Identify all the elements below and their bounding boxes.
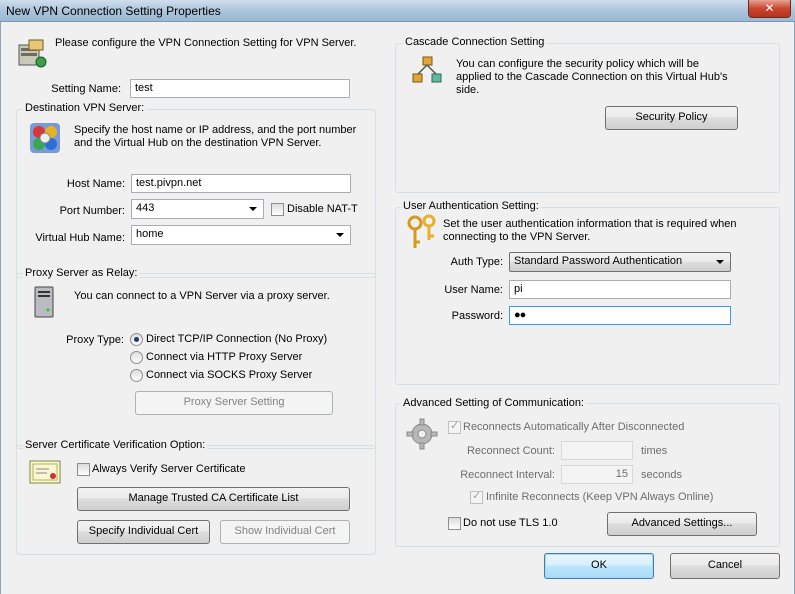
disable-nat-label: Disable NAT-T (287, 203, 358, 215)
user-name-input[interactable]: pi (509, 280, 731, 299)
advanced-settings-button[interactable]: Advanced Settings... (607, 512, 757, 536)
proxy-server-setting-button[interactable]: Proxy Server Setting (135, 391, 333, 415)
cancel-button[interactable]: Cancel (670, 553, 780, 579)
always-verify-label: Always Verify Server Certificate (92, 463, 246, 475)
manage-ca-list-button[interactable]: Manage Trusted CA Certificate List (77, 487, 350, 511)
proxy-socks-label: Connect via SOCKS Proxy Server (146, 369, 313, 381)
certificate-icon (29, 460, 61, 484)
seconds-label: seconds (641, 469, 682, 481)
setting-name-label: Setting Name: (51, 83, 121, 95)
keys-icon (407, 214, 436, 248)
reconnect-count-input[interactable] (561, 441, 633, 460)
no-tls-checkbox[interactable] (448, 517, 461, 530)
proxy-direct-label: Direct TCP/IP Connection (No Proxy) (146, 333, 328, 345)
proxy-direct-radio[interactable] (130, 333, 143, 346)
destination-description-2: and the Virtual Hub on the destination V… (74, 137, 322, 149)
reconnect-interval-input[interactable]: 15 (561, 465, 633, 484)
port-number-combo[interactable]: 443 (131, 199, 264, 219)
auth-type-value: Standard Password Authentication (514, 255, 683, 267)
port-number-label: Port Number: (59, 205, 125, 217)
cascade-description-2: applied to the Cascade Connection on thi… (456, 71, 728, 83)
security-policy-button[interactable]: Security Policy (605, 106, 738, 130)
times-label: times (641, 445, 668, 457)
reconnect-checkbox[interactable] (448, 419, 461, 434)
ok-button[interactable]: OK (544, 553, 654, 579)
proxy-http-radio[interactable] (130, 351, 143, 364)
dialog-body: Please configure the VPN Connection Sett… (0, 22, 795, 594)
auth-description-1: Set the user authentication information … (443, 218, 737, 230)
virtual-hub-value: home (136, 228, 164, 240)
chevron-down-icon (336, 233, 344, 237)
network-globe-icon (30, 123, 60, 153)
cert-group-title: Server Certificate Verification Option: (23, 439, 208, 451)
reconnect-count-label: Reconnect Count: (466, 445, 555, 457)
auth-type-combo[interactable]: Standard Password Authentication (509, 252, 731, 272)
infinite-reconnect-checkbox[interactable] (470, 489, 483, 504)
auth-group-title: User Authentication Setting: (401, 200, 541, 212)
specify-individual-cert-button[interactable]: Specify Individual Cert (77, 520, 210, 544)
proxy-http-label: Connect via HTTP Proxy Server (146, 351, 303, 363)
virtual-hub-combo[interactable]: home (131, 225, 351, 245)
cascade-link-icon (412, 56, 442, 83)
title-bar: New VPN Connection Setting Properties ✕ (0, 0, 795, 22)
host-name-label: Host Name: (66, 178, 125, 190)
always-verify-checkbox[interactable] (77, 463, 90, 476)
close-button[interactable]: ✕ (748, 0, 791, 18)
disable-nat-checkbox[interactable] (271, 203, 284, 216)
proxy-description: You can connect to a VPN Server via a pr… (74, 290, 330, 302)
show-individual-cert-button[interactable]: Show Individual Cert (220, 520, 350, 544)
proxy-server-icon (34, 286, 54, 318)
cascade-description-3: side. (456, 84, 480, 96)
setting-name-input[interactable]: test (130, 79, 350, 98)
cascade-description-1: You can configure the security policy wh… (456, 58, 699, 70)
no-tls-label: Do not use TLS 1.0 (463, 517, 558, 529)
window-title: New VPN Connection Setting Properties (6, 4, 221, 18)
infinite-reconnect-label: Infinite Reconnects (Keep VPN Always Onl… (486, 491, 714, 503)
password-input[interactable]: ●● (509, 306, 731, 325)
password-label: Password: (451, 310, 503, 322)
server-setup-icon (18, 39, 47, 68)
auth-description-2: connecting to the VPN Server. (443, 231, 591, 243)
cascade-group-title: Cascade Connection Setting (403, 36, 547, 48)
port-number-value: 443 (136, 202, 155, 214)
intro-text: Please configure the VPN Connection Sett… (55, 37, 357, 49)
proxy-socks-radio[interactable] (130, 369, 143, 382)
user-name-label: User Name: (444, 284, 503, 296)
proxy-type-label: Proxy Type: (66, 334, 124, 346)
virtual-hub-label: Virtual Hub Name: (35, 232, 125, 244)
destination-description-1: Specify the host name or IP address, and… (74, 124, 357, 136)
proxy-group-title: Proxy Server as Relay: (23, 267, 140, 279)
auth-type-label: Auth Type: (450, 256, 503, 268)
chevron-down-icon (249, 207, 257, 211)
advanced-group-title: Advanced Setting of Communication: (401, 397, 586, 409)
reconnect-label: Reconnects Automatically After Disconnec… (463, 421, 685, 433)
host-name-input[interactable]: test.pivpn.net (131, 174, 351, 193)
reconnect-interval-label: Reconnect Interval: (460, 469, 555, 481)
chevron-down-icon (716, 260, 724, 264)
destination-group-title: Destination VPN Server: (23, 102, 147, 114)
